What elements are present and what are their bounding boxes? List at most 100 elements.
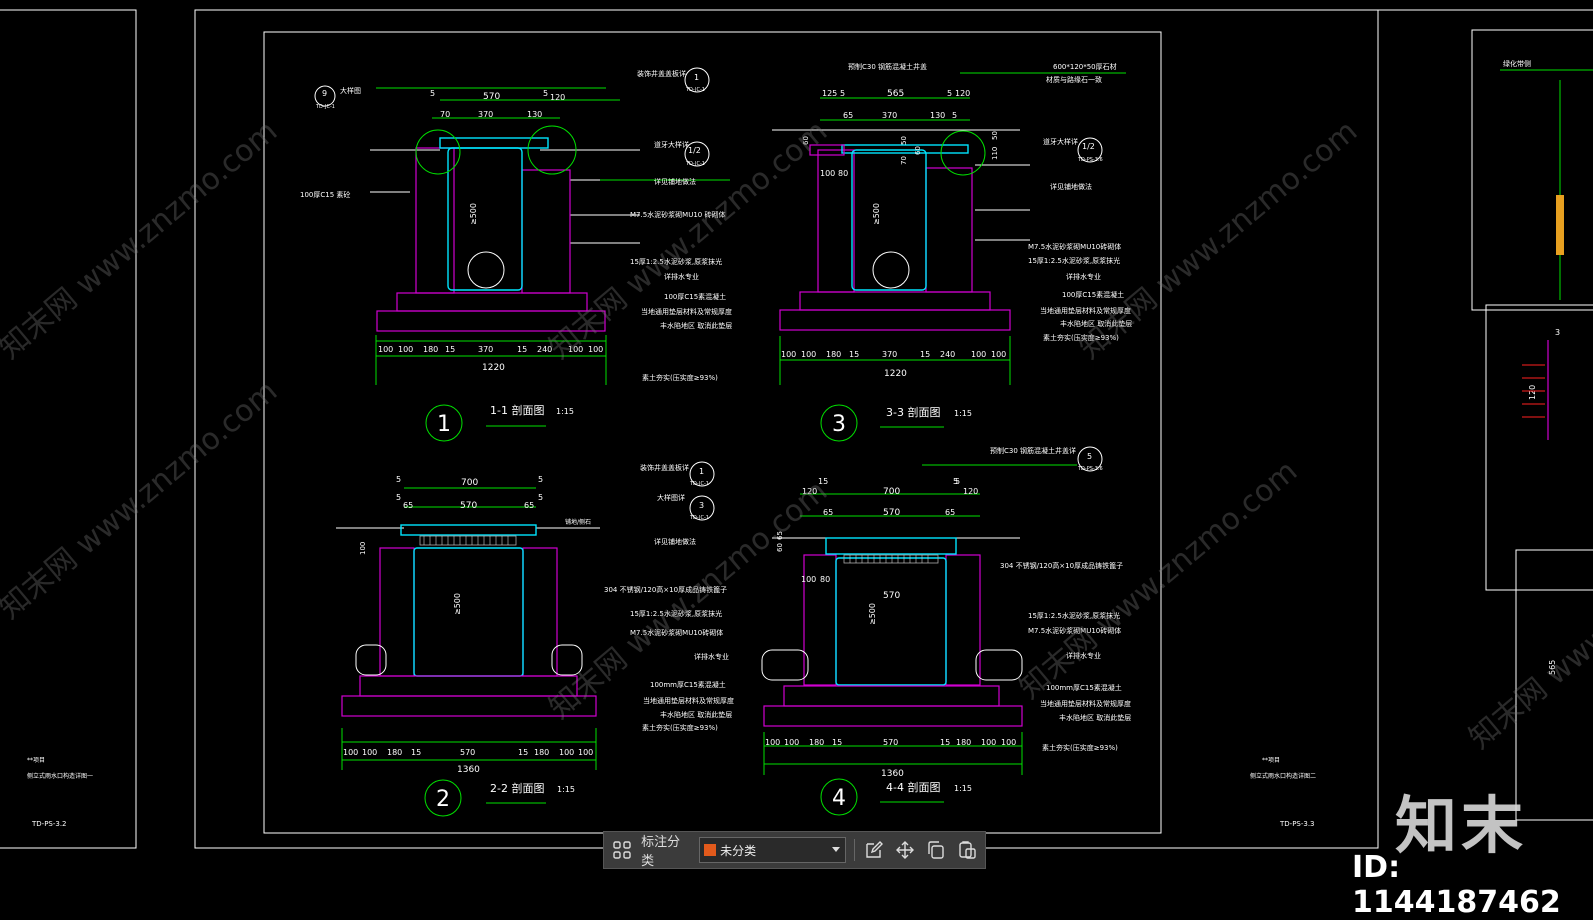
s4-bdim: 100 — [981, 738, 996, 747]
s3-callout: 详见铺地做法 — [1050, 182, 1092, 191]
s1-dim: 130 — [527, 110, 542, 119]
s3-number: 3 — [832, 412, 846, 437]
s4-bdim: 100 — [1001, 738, 1016, 747]
s3-bdim: 100 — [801, 350, 816, 359]
s2-number: 2 — [436, 787, 450, 812]
s2-dim: 65 — [524, 501, 534, 510]
s1-ref: 9 — [322, 89, 327, 98]
s4-total: 1360 — [881, 769, 904, 779]
right-sheet-gradient-bar — [1556, 195, 1564, 255]
s1-callout: 100厚C15 素砼 — [300, 190, 350, 199]
edit-icon[interactable] — [863, 838, 886, 862]
s4-number: 4 — [832, 786, 846, 811]
s4-dim: 570 — [883, 508, 900, 518]
s2-bdim: 15 — [518, 748, 528, 757]
right-dim-3: 3 — [1555, 328, 1560, 337]
s1-bdim: 100 — [378, 345, 393, 354]
s3-dim: 370 — [882, 111, 897, 120]
right-sheet-project: **项目 — [1262, 757, 1280, 764]
s1-number: 1 — [437, 412, 451, 437]
right-dim-120: 120 — [1528, 385, 1537, 400]
s2-dim: 100 — [359, 542, 367, 555]
s2-callout: 详排水专业 — [694, 652, 729, 661]
watermark-layer: 知末网 www.znzmo.com 知末网 www.znzmo.com 知末网 … — [0, 114, 1593, 756]
paste-icon[interactable] — [956, 838, 979, 862]
s4-depth: ≥500 — [868, 603, 877, 625]
s1-depth: ≥500 — [469, 203, 478, 225]
s2-bdim: 180 — [534, 748, 549, 757]
s2-bdim: 570 — [460, 748, 475, 757]
s1-callout: 大样图 — [340, 86, 361, 95]
s2-callout: 丰水陷地区 取消此垫层 — [660, 710, 732, 719]
cad-drawing-canvas[interactable]: **项目 侧立式雨水口构造详图一 TD-PS-3.2 **项目 侧立式雨水口构造… — [0, 0, 1593, 909]
s3-dim: 565 — [887, 89, 904, 99]
move-icon[interactable] — [894, 838, 917, 862]
s3-bdim: 100 — [991, 350, 1006, 359]
s2-dim: 5 — [396, 493, 401, 502]
s3-bdim: 15 — [920, 350, 930, 359]
brand-id-text: ID: 1144187462 — [1352, 850, 1561, 920]
left-sheet-frame — [0, 9, 137, 849]
grid-icon[interactable] — [610, 838, 633, 862]
s3-dim: 65 — [843, 111, 853, 120]
s2-callout: 100mm厚C15素混凝土 — [650, 680, 726, 689]
s1-ref: TD-JC-1 — [315, 104, 335, 110]
section-2-2-drawing[interactable] — [336, 487, 600, 770]
s2-bdim: 100 — [578, 748, 593, 757]
s1-dim: 120 — [550, 93, 565, 102]
s4-dim: 100 — [801, 575, 816, 584]
s1-callout: 装饰井盖盖板详 — [637, 69, 686, 78]
watermark-text: 知末网 www.znzmo.com — [0, 374, 284, 626]
right-sheet-title: 侧立式雨水口构造详图二 — [1250, 772, 1316, 780]
s2-ref: TD-JC-1 — [689, 481, 709, 487]
s2-callout: 铺地/侧石 — [565, 518, 591, 526]
s1-total: 1220 — [482, 363, 505, 373]
left-sheet-project: **项目 — [27, 757, 45, 764]
s1-callout: 当地通用垫层材料及常规厚度 — [641, 307, 732, 316]
right-sheet-label: 绿化带侧 — [1503, 59, 1531, 68]
annotation-toolbar: 标注分类 未分类 — [603, 831, 986, 869]
s3-dim: 60 — [914, 146, 922, 155]
s2-callout: 详见铺地做法 — [654, 537, 696, 546]
s2-title: 2-2 剖面图 — [490, 781, 544, 795]
s3-callout: 100厚C15素混凝土 — [1062, 290, 1124, 299]
s3-callout: 道牙大样详 — [1043, 137, 1078, 146]
s3-bdim: 100 — [781, 350, 796, 359]
s1-callout: 素土夯实(压实度≥93%) — [642, 373, 718, 382]
s4-dim: 5 — [955, 477, 960, 486]
s2-dim: 700 — [461, 478, 478, 488]
s4-scale: 1:15 — [954, 784, 972, 793]
s4-bdim: 180 — [956, 738, 971, 747]
s1-callout: 道牙大样详 — [654, 140, 689, 149]
s1-ref: TD-JC-1 — [685, 87, 705, 93]
s4-callout: 304 不锈钢/120高×10厚成品铸铁篦子 — [1000, 561, 1123, 570]
left-sheet-title: 侧立式雨水口构造详图一 — [27, 772, 93, 780]
s4-callout: 素土夯实(压实度≥93%) — [1042, 743, 1118, 752]
category-selected-value: 未分类 — [720, 843, 757, 858]
s2-ref: 1 — [699, 467, 704, 476]
s3-dim: 5 — [947, 89, 952, 98]
s1-dim: 570 — [483, 92, 500, 102]
s1-scale: 1:15 — [556, 407, 574, 416]
s1-title: 1-1 剖面图 — [490, 403, 544, 417]
copy-icon[interactable] — [925, 838, 948, 862]
s4-dim: 65 — [823, 508, 833, 517]
s3-dim: 110 — [991, 147, 999, 160]
s2-total: 1360 — [457, 765, 480, 775]
s2-callout: 当地通用垫层材料及常规厚度 — [643, 696, 734, 705]
s1-bdim: 15 — [517, 345, 527, 354]
s3-dim: 100 — [820, 169, 835, 178]
category-dropdown[interactable]: 未分类 — [699, 837, 846, 863]
s3-dim: 50 — [900, 136, 908, 145]
s3-scale: 1:15 — [954, 409, 972, 418]
s1-bdim: 100 — [588, 345, 603, 354]
s4-title: 4-4 剖面图 — [886, 780, 940, 794]
s4-bdim: 15 — [940, 738, 950, 747]
s3-callout: 600*120*50厚石材 — [1053, 62, 1117, 71]
s4-bdim: 15 — [832, 738, 842, 747]
s2-depth: ≥500 — [453, 593, 462, 615]
s4-dim: 80 — [820, 575, 830, 584]
s1-callout: 100厚C15素混凝土 — [664, 292, 726, 301]
s4-ref: TD-PS-3.6 — [1077, 466, 1103, 472]
s4-ref: 5 — [1087, 452, 1092, 461]
